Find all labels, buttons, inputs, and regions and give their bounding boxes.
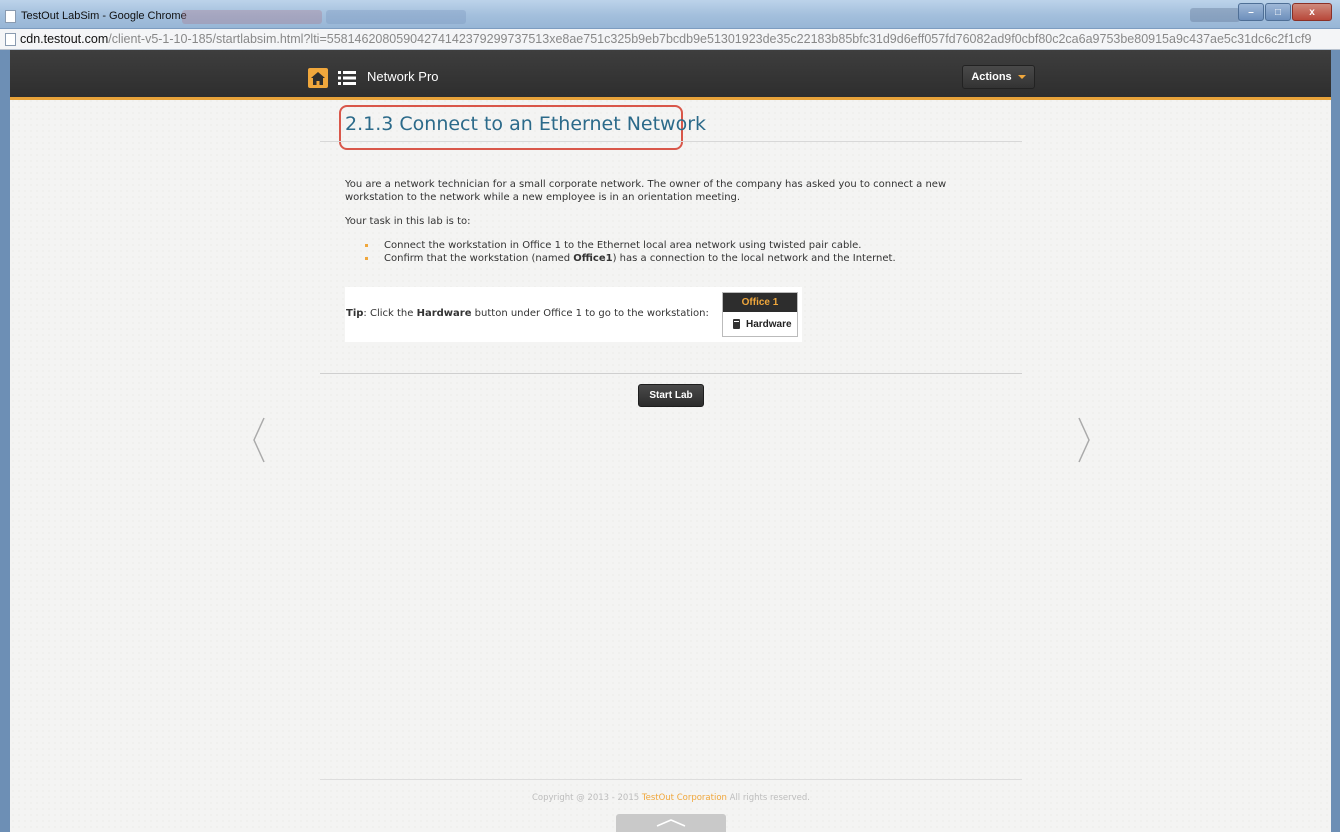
scroll-to-top-button[interactable] <box>616 814 726 832</box>
copyright-text: Copyright @ 2013 - 2015 <box>531 793 642 803</box>
window-titlebar: TestOut LabSim - Google Chrome – □ x <box>0 0 1340 29</box>
home-button[interactable] <box>308 68 328 88</box>
next-arrow-icon[interactable] <box>1076 416 1092 464</box>
workstation-name: Office1 <box>573 253 613 264</box>
hardware-example-button: Hardware <box>723 312 797 336</box>
window-title-text: TestOut LabSim - Google Chrome <box>21 10 187 22</box>
tip-text-part: button under Office 1 to go to the works… <box>471 308 709 319</box>
url-path: /client-v5-1-10-185/startlabsim.html?lti… <box>108 32 1312 46</box>
window-border-left <box>0 50 10 832</box>
task-heading: Your task in this lab is to: <box>345 216 471 227</box>
browser-tab[interactable] <box>182 10 322 24</box>
actions-dropdown[interactable]: Actions <box>962 65 1035 89</box>
chevron-down-icon <box>1017 75 1026 79</box>
window-title: TestOut LabSim - Google Chrome <box>5 8 187 24</box>
page-icon <box>5 9 16 23</box>
url-text[interactable]: cdn.testout.com/client-v5-1-10-185/start… <box>20 32 1312 46</box>
divider <box>320 373 1022 374</box>
testout-link[interactable]: TestOut Corporation <box>642 793 727 803</box>
hardware-icon <box>733 319 740 329</box>
tip-text: Tip: Click the Hardware button under Off… <box>346 308 709 319</box>
actions-label: Actions <box>971 71 1012 83</box>
page-icon <box>5 33 16 46</box>
divider <box>320 141 1022 142</box>
list-icon <box>338 71 356 85</box>
copyright-text: All rights reserved. <box>726 793 811 803</box>
tip-hardware-word: Hardware <box>416 308 472 319</box>
divider <box>320 779 1022 780</box>
top-navbar: Network Pro Actions <box>10 50 1331 100</box>
browser-tab[interactable] <box>326 10 466 24</box>
tip-text-part: : Click the <box>363 308 417 319</box>
task-text: Confirm that the workstation (named <box>384 253 574 264</box>
address-bar[interactable]: cdn.testout.com/client-v5-1-10-185/start… <box>0 29 1340 50</box>
copyright-footer: Copyright @ 2013 - 2015 TestOut Corporat… <box>320 793 1022 803</box>
close-button[interactable]: x <box>1292 3 1332 21</box>
url-host: cdn.testout.com <box>20 32 109 46</box>
page-title: 2.1.3 Connect to an Ethernet Network <box>345 113 707 135</box>
home-icon <box>311 71 325 85</box>
task-list: Connect the workstation in Office 1 to t… <box>365 239 1005 265</box>
labsim-app: Network Pro Actions 2.1.3 Connect to an … <box>10 50 1331 832</box>
list-item: Connect the workstation in Office 1 to t… <box>365 239 1005 252</box>
minimize-button[interactable]: – <box>1238 3 1264 21</box>
lab-instructions: You are a network technician for a small… <box>345 178 1005 274</box>
chevron-up-icon <box>656 819 686 827</box>
intro-paragraph: You are a network technician for a small… <box>345 179 947 203</box>
profile-button[interactable] <box>1190 8 1240 22</box>
previous-arrow-icon[interactable] <box>251 416 267 464</box>
tip-label: Tip <box>346 308 364 319</box>
window-controls: – □ x <box>1237 3 1332 21</box>
tip-panel: Tip: Click the Hardware button under Off… <box>345 287 802 342</box>
task-text: ) has a connection to the local network … <box>612 253 896 264</box>
course-menu-button[interactable] <box>336 68 358 88</box>
office-title: Office 1 <box>723 293 797 312</box>
window-border-right <box>1331 50 1340 832</box>
list-item: Confirm that the workstation (named Offi… <box>365 252 1005 265</box>
office-hardware-example: Office 1 Hardware <box>722 292 798 337</box>
app-name: Network Pro <box>367 69 439 84</box>
hardware-label: Hardware <box>746 318 792 330</box>
maximize-button[interactable]: □ <box>1265 3 1291 21</box>
start-lab-button[interactable]: Start Lab <box>638 384 704 407</box>
